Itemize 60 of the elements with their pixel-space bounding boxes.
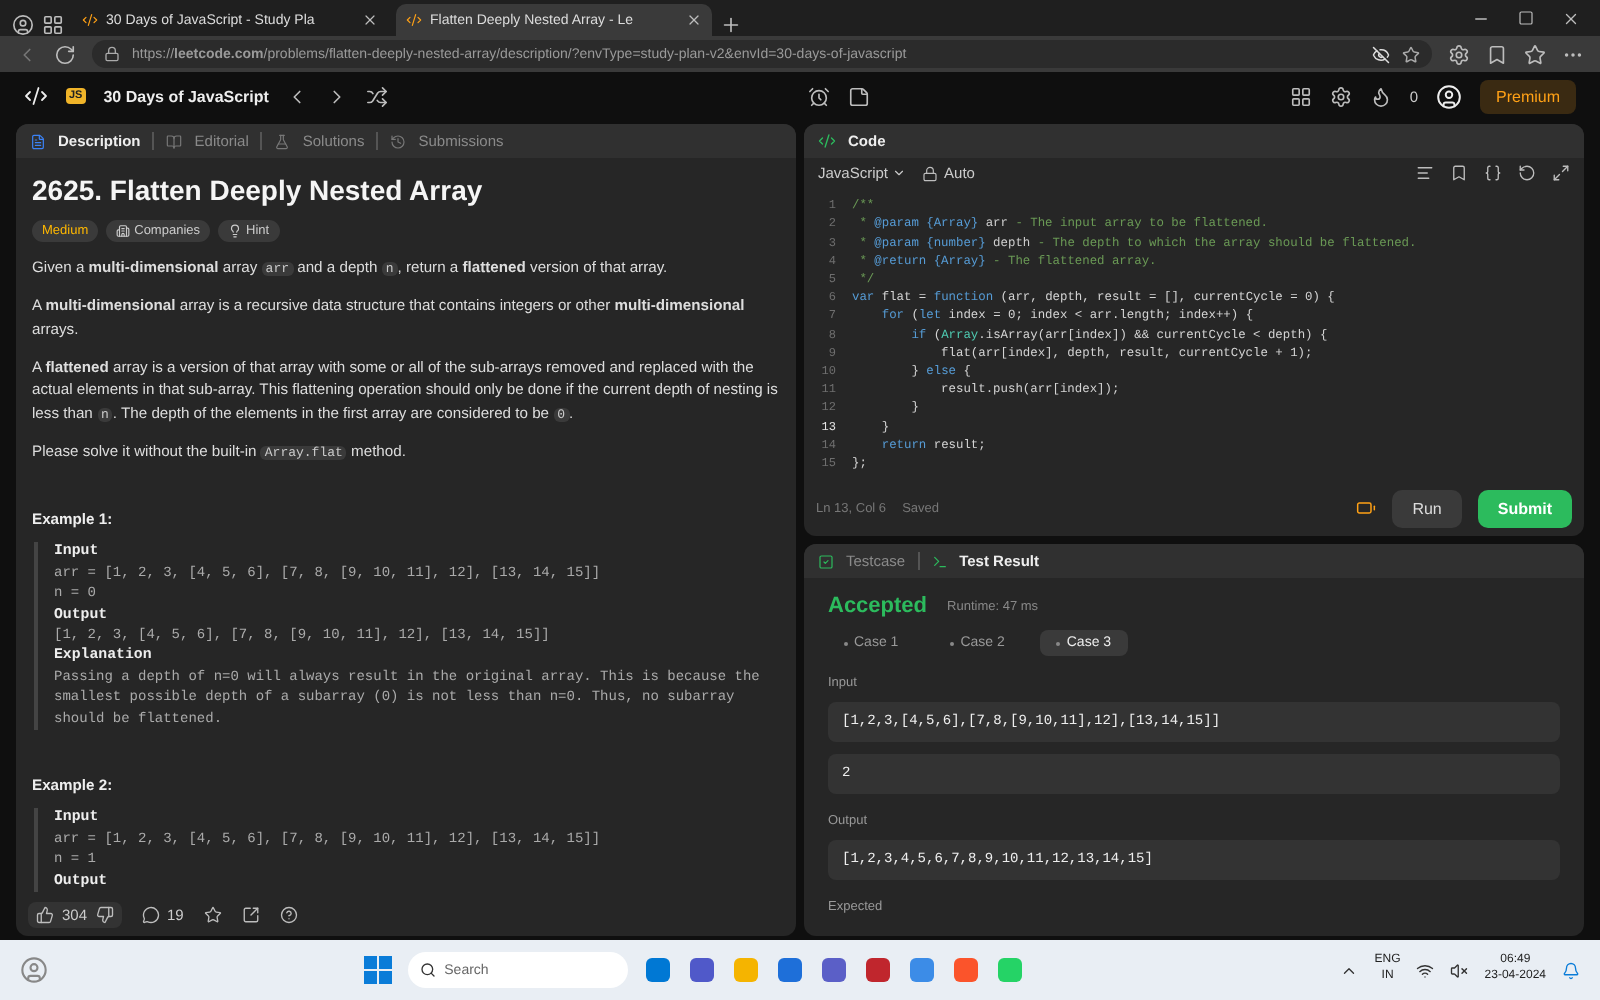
result-status: Accepted	[828, 594, 928, 618]
document-icon	[30, 133, 46, 149]
run-button[interactable]: Run	[1392, 489, 1462, 527]
history-icon	[390, 133, 407, 149]
maximize-icon[interactable]	[1518, 10, 1534, 26]
book-icon	[166, 133, 183, 149]
timer-icon[interactable]	[808, 85, 831, 107]
flame-icon[interactable]	[1369, 85, 1392, 107]
search-icon	[420, 962, 437, 978]
share-icon[interactable]	[241, 905, 260, 923]
terminal-icon	[931, 553, 948, 569]
code-icon	[818, 132, 836, 150]
avatar-icon[interactable]	[1436, 83, 1462, 109]
settings-icon[interactable]	[1329, 85, 1352, 107]
lightbulb-icon	[228, 224, 243, 238]
settings-icon[interactable]	[1448, 43, 1470, 65]
site-icon	[406, 12, 422, 28]
close-icon[interactable]	[362, 12, 378, 28]
note-icon[interactable]	[848, 85, 871, 107]
grid-icon[interactable]	[1289, 85, 1312, 107]
app-icon[interactable]	[644, 956, 673, 984]
app-icon[interactable]	[776, 956, 805, 984]
workspaces-icon[interactable]	[42, 14, 64, 36]
app-icon[interactable]	[864, 956, 893, 984]
bookmark-icon[interactable]	[1486, 43, 1508, 65]
app-icon[interactable]	[688, 956, 717, 984]
star-icon[interactable]	[203, 905, 222, 923]
site-icon	[82, 12, 98, 28]
new-tab-icon[interactable]	[720, 14, 742, 36]
help-icon[interactable]	[279, 905, 298, 923]
braces-icon[interactable]	[1484, 164, 1502, 182]
logo-icon[interactable]	[24, 84, 48, 108]
bell-icon[interactable]	[1562, 961, 1580, 979]
study-plan-title[interactable]: 30 Days of JavaScript	[103, 87, 269, 105]
app-icon[interactable]	[952, 956, 981, 984]
bookmark-icon[interactable]	[1450, 164, 1468, 182]
like-icon[interactable]	[36, 905, 54, 923]
premium-button[interactable]: Premium	[1480, 79, 1577, 113]
format-icon[interactable]	[1416, 164, 1434, 182]
shuffle-icon[interactable]	[366, 85, 389, 107]
expand-icon[interactable]	[1552, 164, 1570, 182]
caret-icon	[892, 166, 907, 180]
lock-icon	[922, 165, 939, 181]
close-icon[interactable]	[1562, 9, 1580, 27]
mute-icon[interactable]	[1450, 961, 1469, 979]
app-icon[interactable]	[820, 956, 849, 984]
app-icon[interactable]	[908, 956, 937, 984]
start-icon[interactable]	[364, 956, 393, 984]
comment-icon[interactable]	[141, 905, 160, 923]
flask-icon	[274, 133, 291, 149]
dislike-icon[interactable]	[95, 905, 114, 923]
reset-icon[interactable]	[1518, 164, 1536, 182]
problem-title: 2625. Flatten Deeply Nested Array	[32, 174, 485, 206]
close-icon[interactable]	[686, 12, 702, 28]
profile-icon[interactable]	[12, 14, 34, 36]
favorites-icon[interactable]	[1524, 43, 1546, 65]
wifi-icon[interactable]	[1416, 961, 1435, 979]
checkbox-icon	[818, 553, 834, 569]
building-icon	[116, 224, 131, 238]
reload-icon[interactable]	[54, 43, 76, 65]
